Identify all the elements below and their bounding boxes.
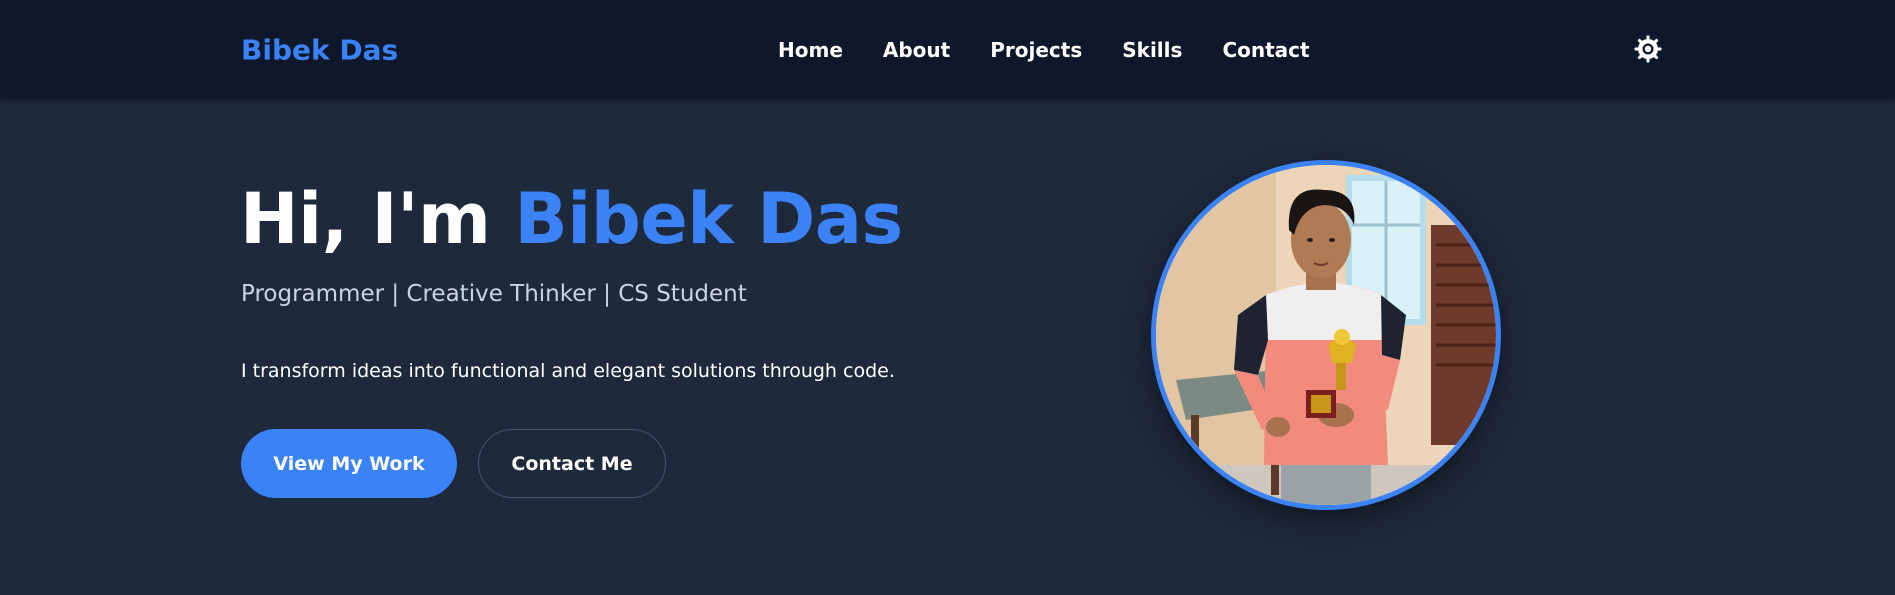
view-my-work-button[interactable]: View My Work: [241, 429, 457, 498]
hero-description: I transform ideas into functional and el…: [241, 360, 895, 382]
brand-logo[interactable]: Bibek Das: [241, 34, 398, 67]
nav-home[interactable]: Home: [778, 38, 843, 62]
hero-title: Hi, I'm Bibek Das: [240, 178, 903, 260]
contact-me-button[interactable]: Contact Me: [478, 429, 666, 498]
hero-greeting: Hi, I'm: [240, 178, 491, 260]
nav-skills[interactable]: Skills: [1122, 38, 1182, 62]
hero-subtitle: Programmer | Creative Thinker | CS Stude…: [241, 281, 747, 307]
profile-photo: [1151, 160, 1501, 510]
hero-name: Bibek Das: [514, 178, 903, 260]
navbar: Bibek Das Home About Projects Skills Con…: [0, 0, 1895, 99]
theme-toggle-button[interactable]: [1634, 35, 1662, 63]
sun-icon: [1634, 35, 1662, 63]
nav-about[interactable]: About: [883, 38, 950, 62]
nav-contact[interactable]: Contact: [1222, 38, 1309, 62]
nav-links: Home About Projects Skills Contact: [778, 38, 1310, 62]
nav-projects[interactable]: Projects: [990, 38, 1082, 62]
